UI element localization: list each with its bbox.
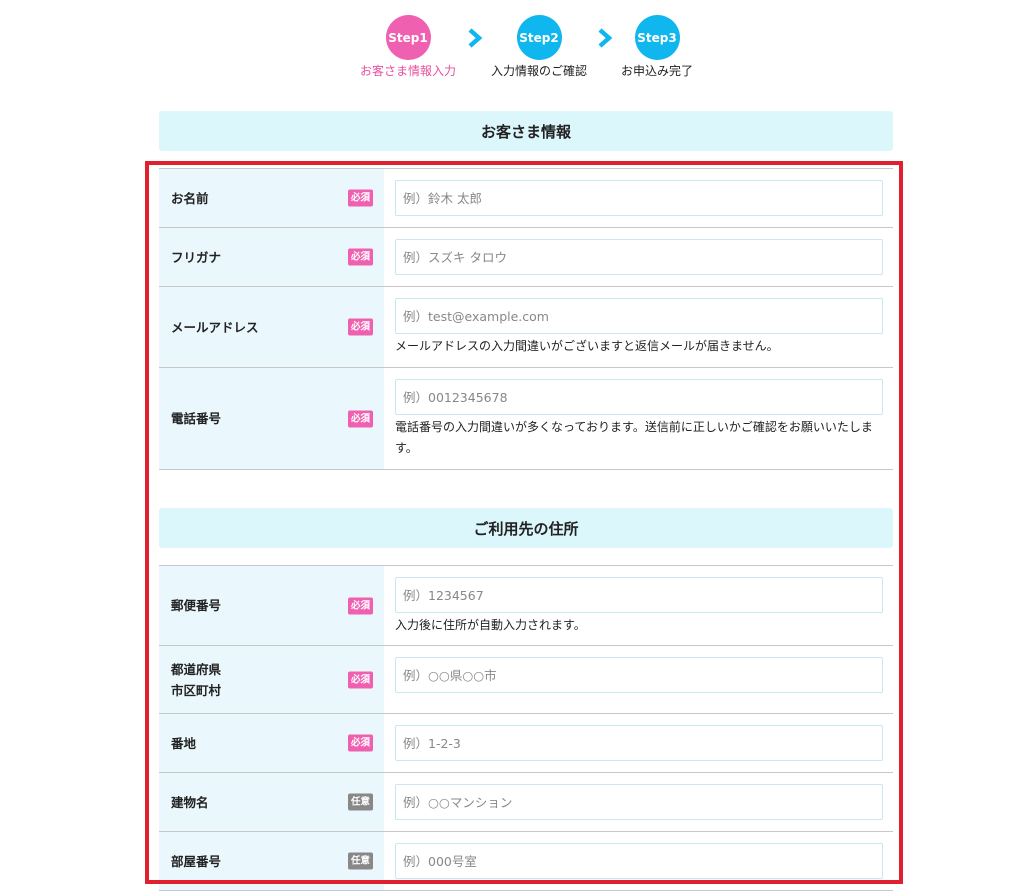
step-3-badge: Step3 [634, 15, 680, 60]
step-indicator: Step1 お客さま情報入力 Step2 入力情報のご確認 Step3 お申込み… [0, 0, 1018, 90]
street-address-label: 番地 [171, 735, 197, 751]
step-1-caption: お客さま情報入力 [359, 64, 456, 78]
form-row-room-number: 部屋番号 任意 [159, 832, 893, 891]
form-row-street-address: 番地 必須 [159, 714, 893, 773]
section-header-address: ご利用先の住所 [159, 508, 893, 548]
postal-code-input[interactable] [395, 577, 883, 613]
customer-form: お名前 必須 フリガナ 必須 メールアドレス 必須 メールアドレスの入力間違いが… [159, 168, 893, 470]
form-row-email: メールアドレス 必須 メールアドレスの入力間違いがございますと返信メールが届きま… [159, 287, 893, 368]
phone-note: 電話番号の入力間違いが多くなっております。送信前に正しいかご確認をお願いいたしま… [395, 420, 873, 455]
step-3-caption: お申込み完了 [620, 64, 693, 78]
email-note: メールアドレスの入力間違いがございますと返信メールが届きません。 [395, 339, 779, 353]
name-input[interactable] [395, 180, 883, 216]
room-number-input[interactable] [395, 843, 883, 879]
building-name-input[interactable] [395, 784, 883, 820]
step-2: Step2 入力情報のご確認 [479, 15, 599, 79]
step-2-badge: Step2 [516, 15, 562, 60]
furigana-label: フリガナ [171, 249, 222, 265]
prefecture-city-input[interactable] [395, 657, 883, 693]
postal-code-note: 入力後に住所が自動入力されます。 [395, 618, 586, 632]
required-badge: 必須 [347, 671, 373, 688]
required-badge: 必須 [347, 734, 373, 752]
phone-label: 電話番号 [171, 411, 222, 426]
required-badge: 必須 [347, 189, 373, 207]
email-label: メールアドレス [171, 319, 259, 335]
optional-badge: 任意 [347, 852, 373, 870]
step-1: Step1 お客さま情報入力 [348, 15, 468, 79]
step-2-caption: 入力情報のご確認 [490, 64, 587, 78]
step-3: Step3 お申込み完了 [597, 15, 717, 79]
form-row-phone: 電話番号 必須 電話番号の入力間違いが多くなっております。送信前に正しいかご確認… [159, 368, 893, 470]
optional-badge: 任意 [347, 793, 373, 811]
section-header-customer: お客さま情報 [159, 111, 893, 151]
form-row-building-name: 建物名 任意 [159, 773, 893, 832]
required-badge: 必須 [347, 597, 373, 614]
form-row-prefecture-city: 都道府県 市区町村 必須 [159, 646, 893, 714]
furigana-input[interactable] [395, 239, 883, 275]
building-name-label: 建物名 [171, 794, 209, 810]
required-badge: 必須 [347, 410, 373, 427]
prefecture-city-label: 都道府県 市区町村 [171, 661, 222, 698]
step-1-badge: Step1 [385, 15, 431, 60]
required-badge: 必須 [347, 248, 373, 266]
email-input[interactable] [395, 298, 883, 334]
postal-code-label: 郵便番号 [171, 598, 222, 613]
form-row-postal-code: 郵便番号 必須 入力後に住所が自動入力されます。 [159, 566, 893, 646]
required-badge: 必須 [347, 318, 373, 336]
name-label: お名前 [171, 190, 209, 206]
street-address-input[interactable] [395, 725, 883, 761]
address-form: 郵便番号 必須 入力後に住所が自動入力されます。 都道府県 市区町村 必須 番地… [159, 565, 893, 891]
room-number-label: 部屋番号 [171, 853, 222, 869]
phone-input[interactable] [395, 379, 883, 415]
form-row-name: お名前 必須 [159, 169, 893, 228]
form-row-furigana: フリガナ 必須 [159, 228, 893, 287]
